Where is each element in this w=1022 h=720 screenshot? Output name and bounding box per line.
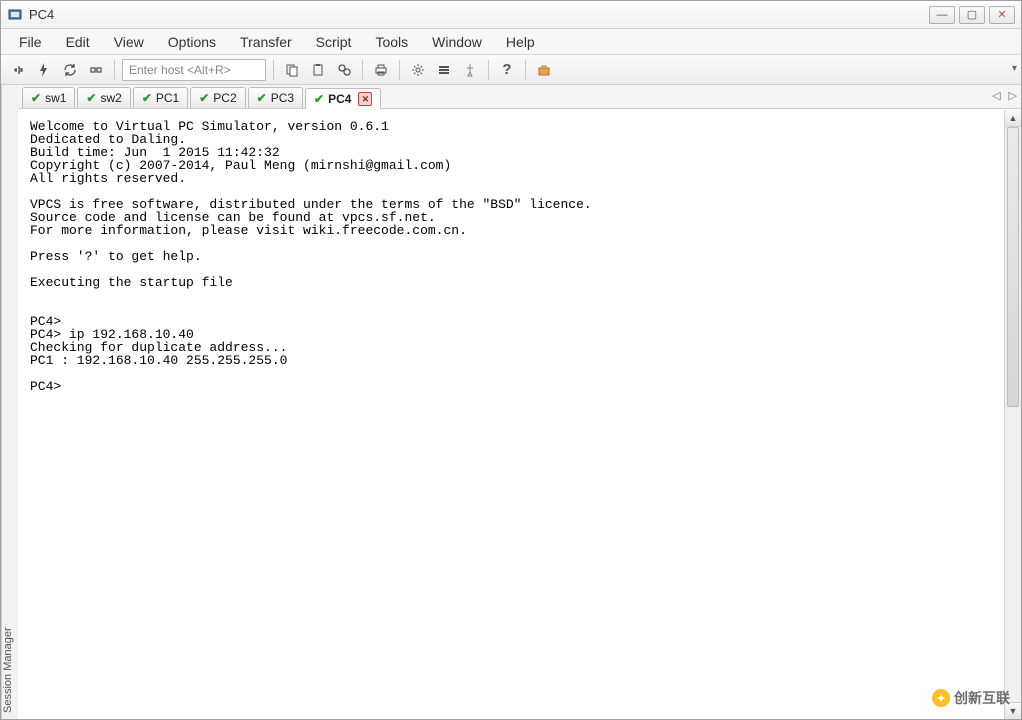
check-icon: ✔ [257,91,267,105]
tab-pc3[interactable]: ✔ PC3 [248,87,303,108]
host-input[interactable]: Enter host <Alt+R> [122,59,266,81]
body: Session Manager ✔ sw1 ✔ sw2 ✔ PC1 ✔ PC2 ✔ PC3… [1,85,1021,719]
separator [399,60,400,80]
separator [525,60,526,80]
tab-sw2[interactable]: ✔ sw2 [77,87,130,108]
session-manager-tab[interactable]: Session Manager [1,85,18,719]
watermark: ✦ 创新互联 [932,688,1010,708]
find-icon[interactable] [333,59,355,81]
menu-help[interactable]: Help [496,31,545,53]
separator [362,60,363,80]
plug-icon[interactable] [7,59,29,81]
vertical-scrollbar[interactable]: ▲ ▼ [1004,110,1021,719]
menu-edit[interactable]: Edit [56,31,100,53]
quick-connect-icon[interactable] [33,59,55,81]
check-icon: ✔ [86,91,96,105]
tab-pc1[interactable]: ✔ PC1 [133,87,188,108]
tab-nav: ◁ ▷ [992,89,1017,102]
scroll-thumb[interactable] [1007,127,1019,407]
separator [488,60,489,80]
watermark-logo-icon: ✦ [932,689,950,707]
check-icon: ✔ [199,91,209,105]
reconnect-icon[interactable] [59,59,81,81]
tab-pc4[interactable]: ✔ PC4 ✕ [305,88,381,109]
toolbar-overflow-icon[interactable]: ▾ [1012,63,1017,74]
watermark-text: 创新互联 [954,688,1010,708]
terminal-container: Welcome to Virtual PC Simulator, version… [18,109,1021,719]
minimize-button[interactable]: — [929,6,955,24]
app-icon [7,7,23,23]
tab-label: sw1 [45,91,66,105]
session-options-icon[interactable] [433,59,455,81]
tab-pc2[interactable]: ✔ PC2 [190,87,245,108]
tab-prev-icon[interactable]: ◁ [992,89,1000,102]
tab-next-icon[interactable]: ▷ [1009,89,1017,102]
print-icon[interactable] [370,59,392,81]
check-icon: ✔ [314,92,324,106]
menu-file[interactable]: File [9,31,52,53]
menu-tools[interactable]: Tools [365,31,418,53]
menu-bar: File Edit View Options Transfer Script T… [1,29,1021,55]
tab-sw1[interactable]: ✔ sw1 [22,87,75,108]
window-title: PC4 [29,7,929,22]
title-bar: PC4 — ▢ ✕ [1,1,1021,29]
tab-label: PC4 [328,92,351,106]
check-icon: ✔ [31,91,41,105]
menu-options[interactable]: Options [158,31,226,53]
separator [273,60,274,80]
toolbox-icon[interactable] [533,59,555,81]
settings-icon[interactable] [407,59,429,81]
disconnect-icon[interactable] [85,59,107,81]
menu-view[interactable]: View [104,31,154,53]
close-button[interactable]: ✕ [989,6,1015,24]
window-buttons: — ▢ ✕ [929,6,1015,24]
toolbar: Enter host <Alt+R> ? ▾ [1,55,1021,85]
maximize-button[interactable]: ▢ [959,6,985,24]
scroll-up-icon[interactable]: ▲ [1005,110,1021,127]
menu-transfer[interactable]: Transfer [230,31,302,53]
main-area: ✔ sw1 ✔ sw2 ✔ PC1 ✔ PC2 ✔ PC3 ✔ PC4 ✕ ◁ ▷ Welco… [18,85,1021,719]
check-icon: ✔ [142,91,152,105]
tab-label: PC3 [271,91,294,105]
help-icon[interactable]: ? [496,59,518,81]
terminal-output[interactable]: Welcome to Virtual PC Simulator, version… [18,110,1004,719]
copy-icon[interactable] [281,59,303,81]
tab-close-icon[interactable]: ✕ [358,92,372,106]
separator [114,60,115,80]
menu-window[interactable]: Window [422,31,492,53]
paste-icon[interactable] [307,59,329,81]
pin-icon[interactable] [459,59,481,81]
tab-label: PC2 [213,91,236,105]
tab-label: sw2 [100,91,121,105]
tab-bar: ✔ sw1 ✔ sw2 ✔ PC1 ✔ PC2 ✔ PC3 ✔ PC4 ✕ ◁ ▷ [18,85,1021,109]
tab-label: PC1 [156,91,179,105]
menu-script[interactable]: Script [306,31,362,53]
app-window: PC4 — ▢ ✕ File Edit View Options Transfe… [0,0,1022,720]
